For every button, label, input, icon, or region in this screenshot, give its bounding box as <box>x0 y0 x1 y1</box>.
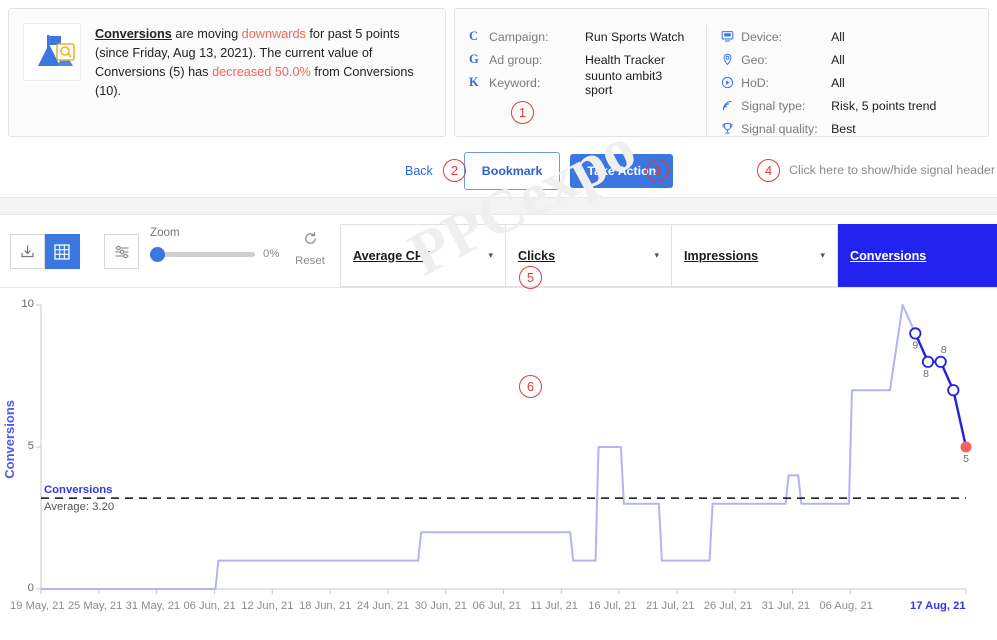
callout-marker-2: 2 <box>443 159 466 182</box>
svg-text:8: 8 <box>941 344 947 356</box>
svg-text:5: 5 <box>963 453 969 465</box>
callout-marker-3: 3 <box>646 159 669 182</box>
callout-marker-6: 6 <box>519 375 542 398</box>
svg-text:8: 8 <box>923 368 929 380</box>
conversions-line-chart: 9 88 5 <box>36 304 972 594</box>
callout-marker-4: 4 <box>757 159 780 182</box>
svg-text:9: 9 <box>912 339 918 351</box>
callout-marker-1: 1 <box>511 101 534 124</box>
callout-marker-5: 5 <box>519 266 542 289</box>
